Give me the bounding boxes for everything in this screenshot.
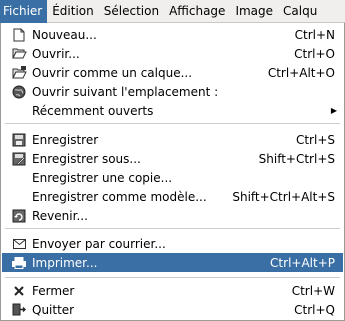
menu-item-ouvrir[interactable]: Ouvrir... Ctrl+O bbox=[2, 44, 343, 63]
separator bbox=[5, 228, 340, 229]
menu-item-accel: Ctrl+S bbox=[295, 132, 335, 147]
mail-icon bbox=[11, 236, 27, 252]
menu-fichier[interactable]: Fichier bbox=[0, 0, 48, 23]
menu-affichage[interactable]: Affichage bbox=[164, 0, 230, 23]
menu-item-accel: Ctrl+Alt+P bbox=[270, 255, 335, 270]
menu-item-fermer[interactable]: Fermer Ctrl+W bbox=[2, 281, 343, 300]
quit-icon bbox=[11, 302, 27, 318]
menu-item-ouvrir-emplacement[interactable]: Ouvrir suivant l'emplacement : bbox=[2, 82, 343, 101]
separator bbox=[5, 123, 340, 124]
menu-image[interactable]: Image bbox=[230, 0, 278, 23]
menu-item-enregistrer-modele[interactable]: Enregistrer comme modèle... Shift+Ctrl+A… bbox=[2, 187, 343, 206]
menu-item-label: Ouvrir... bbox=[32, 46, 80, 61]
menu-item-revenir[interactable]: Revenir... bbox=[2, 206, 343, 225]
menu-item-accel: Ctrl+Alt+O bbox=[267, 65, 335, 80]
menu-selection[interactable]: Sélection bbox=[99, 0, 164, 23]
menu-item-enregistrer-sous[interactable]: Enregistrer sous... Shift+Ctrl+S bbox=[2, 149, 343, 168]
menu-edition[interactable]: Édition bbox=[47, 0, 99, 23]
save-as-icon bbox=[11, 151, 27, 167]
menu-item-label: Revenir... bbox=[32, 208, 88, 223]
menu-item-accel: Ctrl+O bbox=[294, 46, 335, 61]
menu-item-label: Enregistrer comme modèle... bbox=[32, 189, 207, 204]
menu-item-label: Nouveau... bbox=[32, 27, 97, 42]
menu-item-imprimer[interactable]: Imprimer... Ctrl+Alt+P bbox=[2, 253, 343, 272]
menu-item-accel: Shift+Ctrl+Alt+S bbox=[232, 189, 335, 204]
menu-item-ouvrir-calque[interactable]: Ouvrir comme un calque... Ctrl+Alt+O bbox=[2, 63, 343, 82]
print-icon bbox=[11, 255, 27, 271]
separator bbox=[5, 277, 340, 278]
close-icon bbox=[11, 283, 27, 299]
file-menu-dropdown: Nouveau... Ctrl+N Ouvrir... Ctrl+O Ouvri… bbox=[0, 23, 345, 321]
menu-item-label: Enregistrer bbox=[32, 132, 99, 147]
menu-calques[interactable]: Calqu bbox=[278, 0, 322, 23]
menu-item-label: Imprimer... bbox=[32, 255, 98, 270]
menu-item-accel: Ctrl+N bbox=[294, 27, 335, 42]
menu-item-nouveau[interactable]: Nouveau... Ctrl+N bbox=[2, 25, 343, 44]
menu-item-label: Ouvrir comme un calque... bbox=[32, 65, 193, 80]
new-document-icon bbox=[11, 27, 27, 43]
menu-item-accel: Ctrl+Q bbox=[294, 302, 335, 317]
menu-item-label: Enregistrer sous... bbox=[32, 151, 141, 166]
menu-item-label: Fermer bbox=[32, 283, 75, 298]
open-as-layers-icon bbox=[11, 65, 27, 81]
submenu-arrow-icon: ▶ bbox=[330, 106, 337, 115]
menu-item-accel: Ctrl+W bbox=[291, 283, 335, 298]
menu-item-recents[interactable]: Récemment ouverts ▶ bbox=[2, 101, 343, 120]
menubar: Fichier Édition Sélection Affichage Imag… bbox=[0, 0, 345, 23]
menu-item-envoyer[interactable]: Envoyer par courrier... bbox=[2, 234, 343, 253]
save-icon bbox=[11, 132, 27, 148]
menu-item-label: Récemment ouverts bbox=[32, 103, 154, 118]
open-folder-icon bbox=[11, 46, 27, 62]
menu-item-label: Envoyer par courrier... bbox=[32, 236, 166, 251]
menu-item-label: Quitter bbox=[32, 302, 75, 317]
menu-item-quitter[interactable]: Quitter Ctrl+Q bbox=[2, 300, 343, 319]
revert-icon bbox=[11, 208, 27, 224]
open-location-icon bbox=[11, 84, 27, 100]
menu-item-enregistrer[interactable]: Enregistrer Ctrl+S bbox=[2, 130, 343, 149]
menu-item-enregistrer-copie[interactable]: Enregistrer une copie... bbox=[2, 168, 343, 187]
menu-item-label: Enregistrer une copie... bbox=[32, 170, 173, 185]
menu-item-label: Ouvrir suivant l'emplacement : bbox=[32, 84, 219, 99]
menu-item-accel: Shift+Ctrl+S bbox=[258, 151, 335, 166]
